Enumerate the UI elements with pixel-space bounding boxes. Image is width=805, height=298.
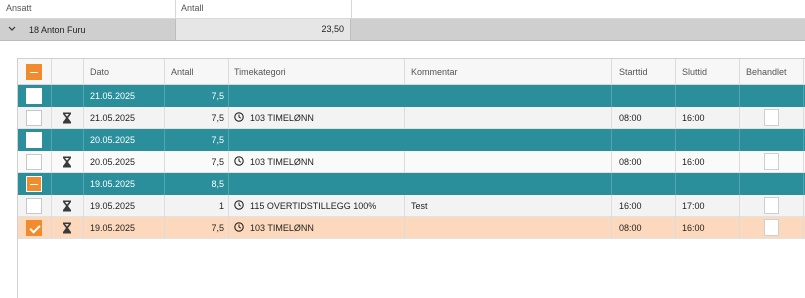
clock-icon xyxy=(234,112,244,122)
column-header-end[interactable]: Sluttid xyxy=(682,59,707,85)
row-date: 21.05.2025 xyxy=(90,91,136,101)
hourglass-icon xyxy=(63,222,71,234)
column-header-amount[interactable]: Antall xyxy=(175,0,204,19)
row-date: 20.05.2025 xyxy=(90,135,136,145)
column-header-processed[interactable]: Behandlet xyxy=(746,59,787,85)
row-checkbox[interactable] xyxy=(26,176,42,192)
row-amount: 1 xyxy=(218,201,224,211)
hourglass-icon xyxy=(63,200,71,212)
row-comment: Test xyxy=(411,201,428,211)
row-checkbox[interactable] xyxy=(26,132,42,148)
row-end: 16:00 xyxy=(682,157,705,167)
row-date: 19.05.2025 xyxy=(90,201,136,211)
entry-row[interactable]: 20.05.2025 7,5 103 TIMELØNN 08:00 16:00 xyxy=(18,151,805,173)
row-amount: 7,5 xyxy=(211,113,224,123)
group-total: 23,50 xyxy=(321,24,344,34)
column-header-comment[interactable]: Kommentar xyxy=(411,59,458,85)
column-header-category[interactable]: Timekategori xyxy=(234,59,286,85)
select-all-checkbox[interactable] xyxy=(26,64,42,80)
clock-icon xyxy=(234,222,244,232)
entry-row[interactable]: 19.05.2025 1 115 OVERTIDSTILLEGG 100% Te… xyxy=(18,195,805,217)
row-category: 103 TIMELØNN xyxy=(234,107,314,129)
chevron-down-icon[interactable] xyxy=(7,22,19,36)
row-start: 08:00 xyxy=(619,157,642,167)
row-category: 103 TIMELØNN xyxy=(234,217,314,239)
row-date: 19.05.2025 xyxy=(90,179,136,189)
row-amount: 7,5 xyxy=(211,223,224,233)
row-date: 21.05.2025 xyxy=(90,113,136,123)
row-amount: 8,5 xyxy=(211,179,224,189)
employee-group-row[interactable]: 18 Anton Furu 23,50 xyxy=(0,19,805,41)
processed-checkbox[interactable] xyxy=(764,109,779,126)
row-checkbox[interactable] xyxy=(26,88,42,104)
row-checkbox[interactable] xyxy=(26,110,42,126)
column-header-amount[interactable]: Antall xyxy=(171,59,194,85)
row-amount: 7,5 xyxy=(211,91,224,101)
row-category: 115 OVERTIDSTILLEGG 100% xyxy=(234,195,376,217)
day-row[interactable]: 20.05.2025 7,5 xyxy=(18,129,805,151)
row-date: 20.05.2025 xyxy=(90,157,136,167)
group-total-cell: 23,50 xyxy=(175,19,351,40)
column-header-date[interactable]: Dato xyxy=(90,59,109,85)
row-start: 16:00 xyxy=(619,201,642,211)
grid-header: Ansatt Antall xyxy=(0,0,805,19)
row-start: 08:00 xyxy=(619,223,642,233)
clock-icon xyxy=(234,200,244,210)
row-end: 16:00 xyxy=(682,223,705,233)
row-amount: 7,5 xyxy=(211,135,224,145)
row-end: 16:00 xyxy=(682,113,705,123)
processed-checkbox[interactable] xyxy=(764,153,779,170)
row-end: 17:00 xyxy=(682,201,705,211)
detail-header-row: Dato Antall Timekategori Kommentar Start… xyxy=(18,59,805,85)
row-category-label: 103 TIMELØNN xyxy=(250,223,314,233)
hourglass-icon xyxy=(63,156,71,168)
column-header-start[interactable]: Starttid xyxy=(619,59,648,85)
hourglass-icon xyxy=(63,112,71,124)
row-amount: 7,5 xyxy=(211,157,224,167)
column-header-employee[interactable]: Ansatt xyxy=(0,0,32,19)
processed-checkbox[interactable] xyxy=(764,219,779,236)
entry-row[interactable]: 21.05.2025 7,5 103 TIMELØNN 08:00 16:00 xyxy=(18,107,805,129)
row-category-label: 115 OVERTIDSTILLEGG 100% xyxy=(250,201,377,211)
row-category-label: 103 TIMELØNN xyxy=(250,113,314,123)
row-date: 19.05.2025 xyxy=(90,223,136,233)
clock-icon xyxy=(234,156,244,166)
processed-checkbox[interactable] xyxy=(764,197,779,214)
day-row[interactable]: 19.05.2025 8,5 xyxy=(18,173,805,195)
detail-grid: Dato Antall Timekategori Kommentar Start… xyxy=(17,58,805,298)
row-checkbox[interactable] xyxy=(26,220,42,236)
employee-name: 18 Anton Furu xyxy=(29,25,86,35)
row-checkbox[interactable] xyxy=(26,198,42,214)
row-start: 08:00 xyxy=(619,113,642,123)
day-row[interactable]: 21.05.2025 7,5 xyxy=(18,85,805,107)
row-category-label: 103 TIMELØNN xyxy=(250,157,314,167)
row-checkbox[interactable] xyxy=(26,154,42,170)
row-category: 103 TIMELØNN xyxy=(234,151,314,173)
entry-row-selected[interactable]: 19.05.2025 7,5 103 TIMELØNN 08:00 16:00 xyxy=(18,217,805,239)
